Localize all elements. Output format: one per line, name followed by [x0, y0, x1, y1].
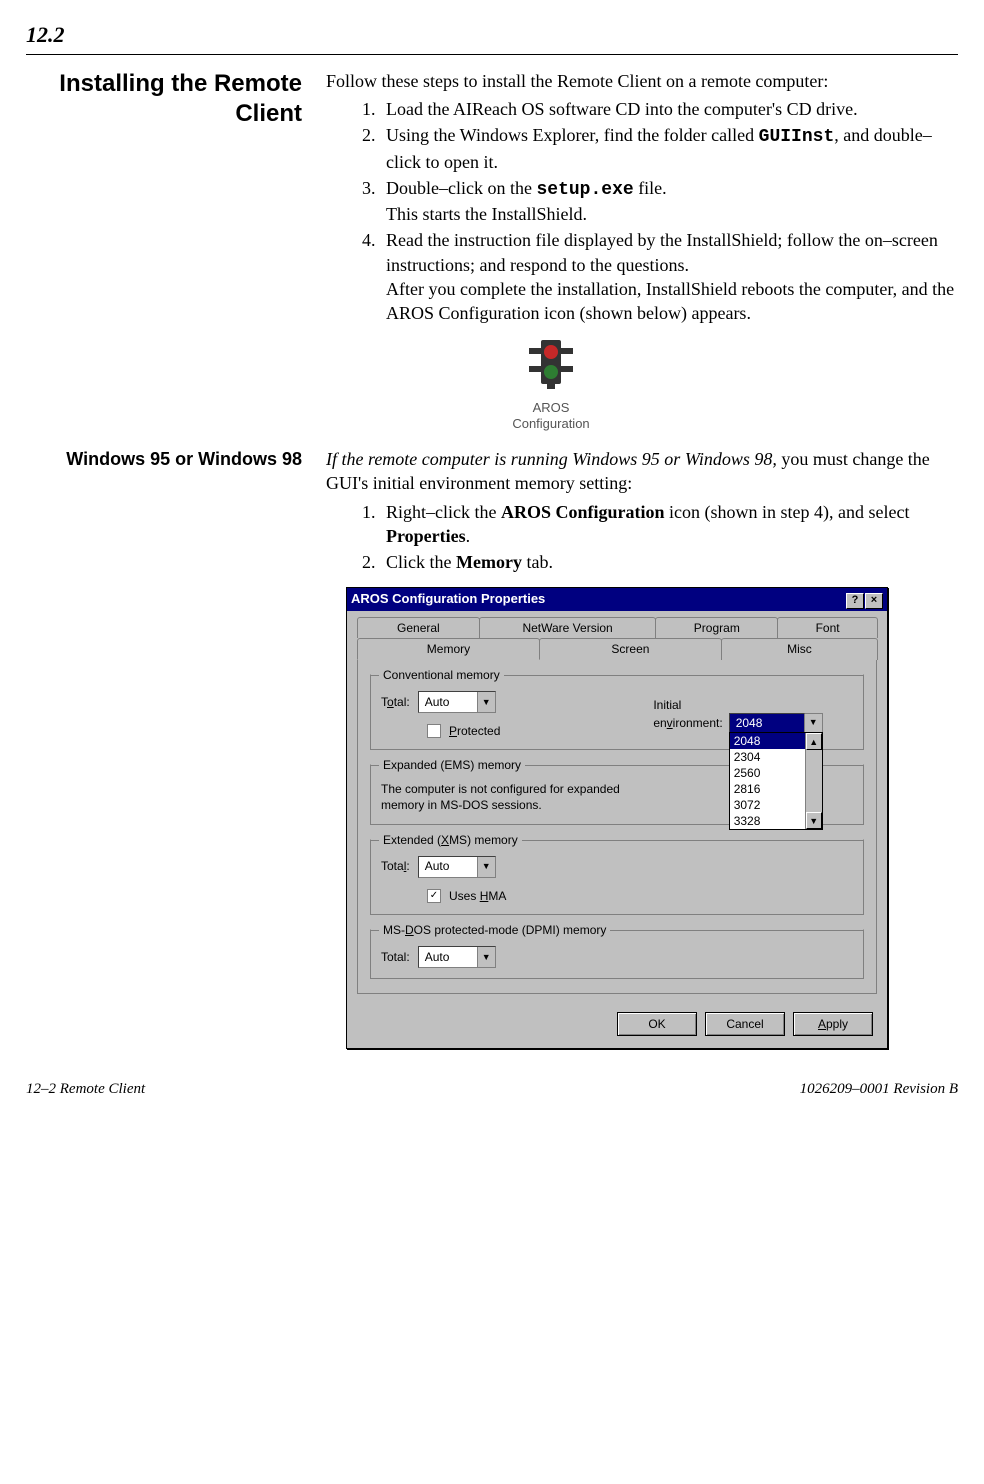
tab-memory[interactable]: Memory	[357, 638, 540, 660]
tab-program[interactable]: Program	[655, 617, 778, 638]
ems-legend: Expanded (EMS) memory	[379, 757, 525, 773]
s2s1b: AROS Configuration	[501, 502, 665, 522]
s2s1c: icon (shown in step 4), and select	[665, 502, 910, 522]
conventional-legend: Conventional memory	[379, 667, 504, 683]
sec2-step1: Right–click the AROS Configuration icon …	[380, 500, 958, 549]
dialog-title: AROS Configuration Properties	[351, 590, 545, 608]
step2-code: GUIInst	[759, 127, 835, 147]
env-dropdown-list[interactable]: 2048 2304 2560 2816 3072 3328 ▲▼	[729, 732, 823, 830]
dpmi-total-value: Auto	[419, 949, 477, 965]
step3-code: setup.exe	[536, 180, 633, 200]
step4-sub: After you complete the installation, Ins…	[386, 277, 958, 326]
tab-general[interactable]: General	[357, 617, 480, 638]
tab-screen[interactable]: Screen	[539, 638, 722, 660]
conv-total-select[interactable]: Auto ▼	[418, 691, 496, 713]
env-label-line1: Initial	[653, 697, 822, 713]
xms-total-value: Auto	[419, 858, 477, 874]
ok-button[interactable]: OK	[617, 1012, 697, 1036]
env-label-line2: environment:	[653, 715, 722, 731]
apply-button[interactable]: Apply	[793, 1012, 873, 1036]
aros-config-icon-block: AROS Configuration	[486, 338, 616, 431]
step3-text-a: Double–click on the	[386, 178, 536, 198]
dpmi-group: MS-DOS protected-mode (DPMI) memory Tota…	[370, 929, 864, 979]
tab-misc[interactable]: Misc	[721, 638, 878, 660]
section2-heading: Windows 95 or Windows 98	[26, 447, 302, 471]
dropdown-arrow-icon: ▼	[477, 857, 495, 877]
s2s2a: Click the	[386, 552, 456, 572]
icon-label-line1: AROS	[533, 400, 570, 415]
cancel-button[interactable]: Cancel	[705, 1012, 785, 1036]
step-4: Read the instruction file displayed by t…	[380, 228, 958, 325]
sec2-step2: Click the Memory tab.	[380, 550, 958, 574]
step4-text: Read the instruction file displayed by t…	[386, 230, 938, 274]
tab-font[interactable]: Font	[777, 617, 878, 638]
dialog-titlebar: AROS Configuration Properties ?×	[347, 588, 887, 611]
section2-intro-italic: If the remote computer is running Window…	[326, 449, 777, 469]
dpmi-total-label: Total:	[381, 949, 410, 965]
dpmi-total-select[interactable]: Auto ▼	[418, 946, 496, 968]
dropdown-scrollbar[interactable]: ▲▼	[805, 733, 822, 829]
header-rule	[26, 54, 958, 55]
scroll-up-icon[interactable]: ▲	[806, 733, 822, 750]
traffic-icon	[521, 338, 581, 390]
close-button[interactable]: ×	[865, 593, 883, 609]
section2-intro: If the remote computer is running Window…	[326, 447, 958, 496]
section-number: 12.2	[26, 20, 958, 50]
ems-text: The computer is not configured for expan…	[381, 781, 641, 813]
section1-intro: Follow these steps to install the Remote…	[326, 69, 958, 93]
step-2: Using the Windows Explorer, find the fol…	[380, 123, 958, 174]
icon-label-line2: Configuration	[512, 416, 589, 431]
env-selected-value: 2048	[729, 713, 805, 733]
s2s2b: Memory	[456, 552, 522, 572]
help-button[interactable]: ?	[846, 593, 864, 609]
dropdown-arrow-icon: ▼	[805, 713, 823, 733]
s2s1e: .	[466, 526, 471, 546]
scroll-down-icon[interactable]: ▼	[806, 812, 822, 829]
step-3: Double–click on the setup.exe file. This…	[380, 176, 958, 227]
s2s2c: tab.	[522, 552, 553, 572]
env-combo[interactable]: 2048▼ 2048 2304 2560 2816 3072 3328 ▲▼	[729, 713, 823, 733]
xms-total-label: Total:	[381, 858, 410, 874]
xms-legend: Extended (XMS) memory	[379, 832, 522, 848]
hma-checkbox[interactable]: ✓	[427, 889, 441, 903]
conv-total-label: Total:	[381, 694, 410, 710]
conventional-memory-group: Conventional memory Total: Auto ▼	[370, 674, 864, 750]
step3-sub: This starts the InstallShield.	[386, 202, 958, 226]
dpmi-legend: MS-DOS protected-mode (DPMI) memory	[379, 922, 610, 938]
section1-heading: Installing the Remote Client	[26, 69, 302, 129]
footer-right: 1026209–0001 Revision B	[800, 1079, 958, 1099]
hma-label: Uses HMA	[449, 888, 506, 904]
xms-total-select[interactable]: Auto ▼	[418, 856, 496, 878]
protected-checkbox[interactable]	[427, 724, 441, 738]
dropdown-arrow-icon: ▼	[477, 947, 495, 967]
step2-text-a: Using the Windows Explorer, find the fol…	[386, 125, 759, 145]
page-footer: 12–2 Remote Client 1026209–0001 Revision…	[26, 1079, 958, 1099]
xms-group: Extended (XMS) memory Total: Auto ▼ ✓ Us…	[370, 839, 864, 915]
step3-text-b: file.	[634, 178, 667, 198]
tab-netware-version[interactable]: NetWare Version	[479, 617, 657, 638]
s2s1d: Properties	[386, 526, 466, 546]
s2s1a: Right–click the	[386, 502, 501, 522]
properties-dialog: AROS Configuration Properties ?× General…	[346, 587, 888, 1049]
dropdown-arrow-icon: ▼	[477, 692, 495, 712]
footer-left: 12–2 Remote Client	[26, 1079, 145, 1099]
conv-total-value: Auto	[419, 694, 477, 710]
protected-label: Protected	[449, 723, 500, 739]
step-1: Load the AIReach OS software CD into the…	[380, 97, 958, 121]
